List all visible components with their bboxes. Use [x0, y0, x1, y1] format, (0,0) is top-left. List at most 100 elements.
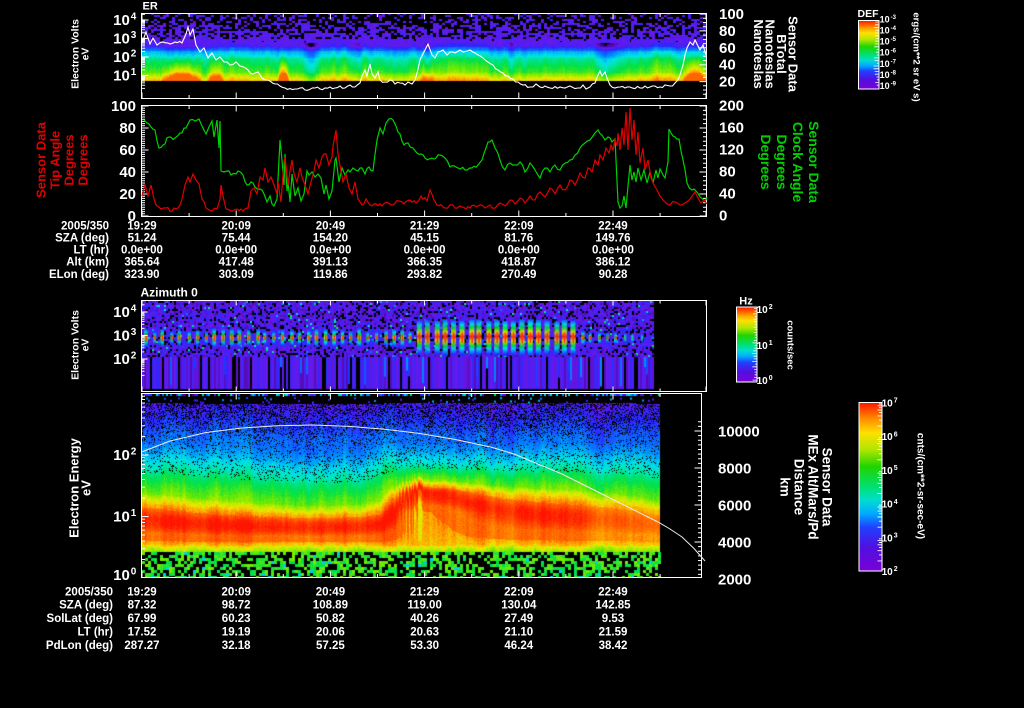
svg-text:2: 2 — [769, 304, 773, 311]
svg-text:1: 1 — [131, 508, 137, 519]
svg-text:eV: eV — [80, 339, 92, 352]
svg-text:20: 20 — [719, 74, 736, 91]
svg-text:0.0e+00: 0.0e+00 — [592, 245, 634, 257]
svg-text:Sensor Data: Sensor Data — [806, 121, 822, 203]
svg-text:4000: 4000 — [718, 535, 751, 552]
svg-text:19.19: 19.19 — [222, 627, 251, 639]
svg-text:0: 0 — [719, 208, 727, 225]
svg-text:2005/350: 2005/350 — [65, 587, 113, 599]
svg-text:5: 5 — [894, 465, 898, 472]
svg-text:10: 10 — [113, 12, 130, 29]
svg-text:9.53: 9.53 — [602, 613, 624, 625]
svg-text:-7: -7 — [891, 59, 897, 65]
svg-text:87.32: 87.32 — [128, 600, 157, 612]
svg-text:10: 10 — [880, 70, 890, 80]
svg-text:40.26: 40.26 — [410, 613, 439, 625]
svg-text:LT (hr): LT (hr) — [73, 245, 109, 257]
svg-text:0.0e+00: 0.0e+00 — [309, 245, 351, 257]
svg-text:SZA (deg): SZA (deg) — [55, 233, 109, 245]
svg-text:2: 2 — [131, 446, 137, 457]
svg-text:293.82: 293.82 — [407, 269, 442, 281]
svg-text:Distance: Distance — [791, 459, 806, 516]
svg-text:287.27: 287.27 — [124, 640, 159, 652]
svg-text:10: 10 — [757, 341, 769, 352]
svg-text:-5: -5 — [891, 37, 897, 43]
svg-text:60: 60 — [719, 40, 736, 57]
svg-text:DEF: DEF — [858, 8, 880, 20]
svg-text:108.89: 108.89 — [313, 600, 348, 612]
svg-text:418.87: 418.87 — [501, 257, 536, 269]
svg-text:130.04: 130.04 — [501, 600, 537, 612]
svg-text:LT (hr): LT (hr) — [77, 627, 113, 639]
svg-text:22:49: 22:49 — [598, 587, 627, 599]
svg-text:SZA (deg): SZA (deg) — [59, 600, 113, 612]
svg-text:40: 40 — [719, 186, 736, 203]
svg-text:Tip Angle: Tip Angle — [48, 131, 63, 190]
svg-text:80: 80 — [719, 23, 736, 40]
svg-text:32.18: 32.18 — [222, 640, 251, 652]
svg-text:Nanoteslas: Nanoteslas — [751, 19, 766, 88]
svg-text:20.63: 20.63 — [410, 627, 439, 639]
svg-text:20: 20 — [119, 186, 136, 203]
svg-text:Sensor Data: Sensor Data — [34, 121, 49, 198]
svg-text:3: 3 — [131, 30, 137, 41]
svg-text:10: 10 — [880, 26, 890, 36]
svg-text:21.10: 21.10 — [504, 627, 533, 639]
svg-text:Degrees: Degrees — [774, 134, 790, 189]
svg-text:0.0e+00: 0.0e+00 — [498, 245, 540, 257]
svg-text:142.85: 142.85 — [595, 600, 631, 612]
svg-text:Degrees: Degrees — [62, 134, 77, 185]
svg-text:120: 120 — [719, 142, 744, 159]
svg-text:10: 10 — [113, 328, 130, 345]
svg-text:53.30: 53.30 — [410, 640, 439, 652]
svg-text:22:09: 22:09 — [504, 221, 533, 233]
svg-text:22:49: 22:49 — [598, 221, 627, 233]
svg-text:98.72: 98.72 — [222, 600, 251, 612]
svg-text:-9: -9 — [891, 82, 897, 88]
svg-text:60.23: 60.23 — [222, 613, 251, 625]
svg-text:2: 2 — [131, 48, 137, 59]
svg-text:10: 10 — [882, 500, 894, 511]
svg-text:323.90: 323.90 — [124, 269, 159, 281]
svg-text:10: 10 — [882, 533, 894, 544]
svg-text:20:09: 20:09 — [221, 587, 250, 599]
svg-text:-3: -3 — [891, 15, 897, 21]
svg-text:Hz: Hz — [739, 296, 753, 308]
svg-text:0.0e+00: 0.0e+00 — [404, 245, 446, 257]
svg-text:ergs/(cm**2 sr eV s): ergs/(cm**2 sr eV s) — [911, 12, 922, 101]
svg-text:0.0e+00: 0.0e+00 — [215, 245, 257, 257]
svg-text:10: 10 — [880, 15, 890, 25]
svg-text:200: 200 — [719, 98, 744, 115]
svg-text:57.25: 57.25 — [316, 640, 345, 652]
svg-text:67.99: 67.99 — [128, 613, 157, 625]
svg-text:386.12: 386.12 — [595, 257, 630, 269]
svg-text:75.44: 75.44 — [222, 233, 251, 245]
svg-text:km: km — [777, 477, 792, 497]
svg-text:51.24: 51.24 — [128, 233, 157, 245]
svg-text:3: 3 — [894, 533, 898, 540]
svg-text:-8: -8 — [891, 71, 897, 77]
svg-text:10: 10 — [113, 509, 130, 526]
svg-text:38.42: 38.42 — [599, 640, 628, 652]
svg-text:19:29: 19:29 — [127, 587, 156, 599]
svg-text:19:29: 19:29 — [127, 221, 156, 233]
svg-text:4: 4 — [131, 303, 137, 314]
svg-text:100: 100 — [719, 6, 744, 23]
svg-text:1: 1 — [131, 67, 137, 78]
svg-text:3: 3 — [131, 327, 137, 338]
svg-text:-6: -6 — [891, 48, 897, 54]
svg-text:10: 10 — [882, 567, 894, 578]
svg-text:21.59: 21.59 — [599, 627, 628, 639]
svg-text:4: 4 — [131, 11, 137, 22]
svg-text:MEx Alt/Mars/Pd: MEx Alt/Mars/Pd — [805, 434, 820, 539]
svg-text:417.48: 417.48 — [219, 257, 255, 269]
svg-text:80: 80 — [719, 164, 736, 181]
svg-text:10: 10 — [880, 59, 890, 69]
svg-text:21:29: 21:29 — [410, 587, 439, 599]
svg-text:149.76: 149.76 — [595, 233, 630, 245]
svg-text:4: 4 — [894, 499, 898, 506]
svg-text:10: 10 — [113, 68, 130, 85]
svg-text:Azimuth 0: Azimuth 0 — [141, 286, 199, 300]
svg-text:10000: 10000 — [718, 424, 760, 441]
svg-text:17.52: 17.52 — [128, 627, 157, 639]
